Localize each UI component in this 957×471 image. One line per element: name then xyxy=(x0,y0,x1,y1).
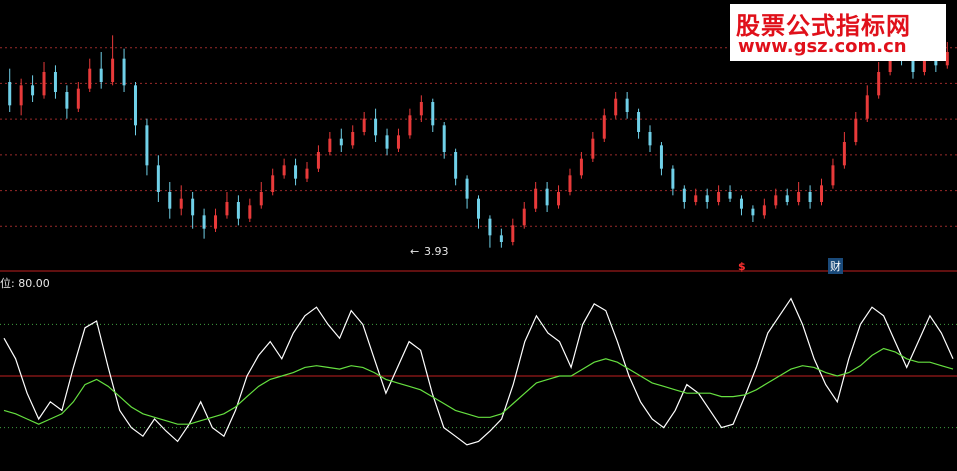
candle-body xyxy=(88,68,92,89)
candle-body xyxy=(762,205,766,216)
candle-body xyxy=(659,145,663,169)
candle-body xyxy=(316,152,320,169)
candle-body xyxy=(351,132,355,146)
candle-body xyxy=(396,135,400,149)
candle-body xyxy=(751,208,755,216)
candle-body xyxy=(225,202,229,216)
candle-body xyxy=(385,135,389,149)
candle-body xyxy=(625,98,629,112)
candle-body xyxy=(305,168,309,179)
candle-body xyxy=(831,165,835,186)
candle-body xyxy=(419,102,423,116)
candle-body xyxy=(374,118,378,136)
candle-body xyxy=(648,132,652,146)
candle-body xyxy=(271,175,275,192)
candle-body xyxy=(156,165,160,192)
candle-body xyxy=(454,152,458,179)
candle-body xyxy=(465,178,469,199)
candle-body xyxy=(739,198,743,209)
candle-body xyxy=(808,192,812,202)
low-price-arrow: ← xyxy=(410,245,420,258)
candle-body xyxy=(591,138,595,159)
candle-body xyxy=(294,165,298,179)
dividend-marker[interactable]: $ xyxy=(738,260,746,273)
watermark-logo: 股票公式指标网 www.gsz.com.cn xyxy=(730,4,946,61)
candle-body xyxy=(328,138,332,152)
candle-body xyxy=(511,225,515,242)
candle-body xyxy=(168,192,172,209)
candle-body xyxy=(236,202,240,219)
candle-body xyxy=(682,188,686,202)
candle-body xyxy=(785,195,789,202)
indicator-gridlines xyxy=(0,323,957,429)
candle-body xyxy=(854,118,858,142)
candle-body xyxy=(774,195,778,206)
candle-body xyxy=(534,188,538,209)
fast-indicator-line xyxy=(3,297,954,446)
candle-body xyxy=(431,102,435,126)
candle-body xyxy=(865,95,869,119)
chart-canvas xyxy=(0,35,957,446)
candle-body xyxy=(602,115,606,139)
indicator-series xyxy=(3,297,954,446)
candle-body xyxy=(31,85,35,96)
candle-body xyxy=(499,235,503,242)
candle-body xyxy=(111,58,115,82)
candle-body xyxy=(877,72,881,96)
candle-body xyxy=(259,192,263,206)
candle-body xyxy=(442,125,446,152)
candle-body xyxy=(545,188,549,206)
candle-body xyxy=(179,198,183,209)
candle-body xyxy=(408,115,412,136)
candle-body xyxy=(477,198,480,219)
candle-body xyxy=(202,215,206,229)
candle-body xyxy=(579,158,583,176)
candle-body xyxy=(705,195,709,202)
candle-body xyxy=(522,208,526,226)
candle-body xyxy=(8,82,12,106)
slow-indicator-line xyxy=(3,347,954,425)
candle-body xyxy=(362,118,366,132)
candle-body xyxy=(282,165,286,176)
candle-body xyxy=(728,192,732,199)
candle-body xyxy=(488,218,492,236)
candle-body xyxy=(557,192,561,206)
candle-body xyxy=(694,195,698,202)
candlestick-series xyxy=(8,35,949,248)
candle-body xyxy=(191,198,195,216)
candle-body xyxy=(945,52,949,66)
low-price-label: 3.93 xyxy=(424,245,449,258)
financial-report-marker[interactable]: 财 xyxy=(828,258,843,274)
candle-body xyxy=(568,175,572,192)
candle-body xyxy=(820,185,824,202)
candle-body xyxy=(248,205,252,219)
candle-body xyxy=(65,92,69,109)
candle-body xyxy=(133,85,137,126)
candle-body xyxy=(614,98,618,116)
candle-body xyxy=(214,215,218,229)
candle-body xyxy=(797,192,801,202)
candle-body xyxy=(637,112,641,132)
candle-body xyxy=(76,88,80,109)
candle-body xyxy=(145,125,149,166)
candle-body xyxy=(99,68,103,82)
candle-body xyxy=(842,142,846,166)
candle-body xyxy=(122,58,126,86)
indicator-level-label: 位: 80.00 xyxy=(0,277,50,290)
watermark-url: www.gsz.com.cn xyxy=(738,36,907,57)
candle-body xyxy=(339,138,343,146)
candle-body xyxy=(671,168,675,189)
candle-body xyxy=(717,192,721,202)
candle-body xyxy=(53,72,57,92)
candle-body xyxy=(19,85,23,106)
candle-body xyxy=(42,72,46,96)
